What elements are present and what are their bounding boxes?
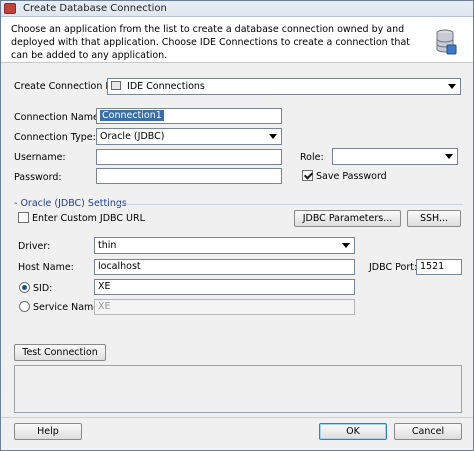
- test-connection-button[interactable]: Test Connection: [14, 344, 106, 361]
- folder-icon: [111, 81, 121, 90]
- save-password-checkbox[interactable]: [302, 170, 313, 181]
- role-dropdown[interactable]: [332, 148, 458, 165]
- role-label: Role:: [300, 152, 324, 163]
- section-divider: [115, 204, 463, 205]
- sid-radio[interactable]: [19, 282, 30, 293]
- sid-input[interactable]: XE: [94, 279, 355, 295]
- chevron-down-icon: [445, 154, 453, 159]
- driver-dropdown[interactable]: thin: [94, 237, 355, 254]
- connection-name-value: Connection1: [100, 110, 164, 121]
- app-icon: [4, 3, 16, 14]
- service-name-label: Service Name:: [33, 302, 103, 313]
- connection-name-label: Connection Name:: [14, 112, 103, 123]
- connection-type-label: Connection Type:: [14, 132, 96, 143]
- save-password-label: Save Password: [316, 171, 387, 182]
- connection-type-value: Oracle (JDBC): [100, 131, 165, 142]
- create-database-connection-dialog: Create Database Connection Choose an app…: [0, 0, 474, 451]
- description-text: Choose an application from the list to c…: [11, 24, 410, 61]
- service-name-radio[interactable]: [19, 301, 30, 312]
- ssh-button[interactable]: SSH...: [407, 210, 461, 227]
- create-in-dropdown[interactable]: IDE Connections: [107, 78, 461, 95]
- host-name-label: Host Name:: [18, 262, 74, 273]
- username-input[interactable]: [96, 149, 282, 165]
- service-name-input[interactable]: XE: [94, 299, 355, 315]
- ok-button[interactable]: OK: [319, 423, 387, 440]
- description-panel: Choose an application from the list to c…: [1, 17, 473, 63]
- oracle-settings-header[interactable]: - Oracle (JDBC) Settings: [14, 198, 127, 209]
- chevron-down-icon: [448, 84, 456, 89]
- jdbc-port-label: JDBC Port:: [369, 262, 418, 273]
- driver-value: thin: [98, 240, 117, 251]
- window-title: Create Database Connection: [23, 3, 167, 14]
- custom-jdbc-url-label: Enter Custom JDBC URL: [32, 213, 145, 224]
- chevron-down-icon: [269, 134, 277, 139]
- create-in-label: Create Connection In:: [14, 81, 118, 92]
- password-input[interactable]: [96, 168, 282, 184]
- sid-label: SID:: [33, 283, 53, 294]
- driver-label: Driver:: [18, 241, 51, 252]
- chevron-down-icon: [342, 243, 350, 248]
- jdbc-port-input[interactable]: 1521: [416, 259, 462, 275]
- connection-status-area: [14, 365, 462, 413]
- password-label: Password:: [14, 172, 62, 183]
- create-in-value: IDE Connections: [127, 81, 205, 92]
- host-name-input[interactable]: localhost: [94, 259, 355, 275]
- footer-divider: [1, 417, 473, 418]
- cancel-button[interactable]: Cancel: [394, 423, 462, 440]
- database-icon: [436, 29, 457, 55]
- username-label: Username:: [14, 152, 66, 163]
- connection-name-input[interactable]: Connection1: [96, 108, 282, 124]
- connection-type-dropdown[interactable]: Oracle (JDBC): [96, 128, 282, 145]
- custom-jdbc-url-checkbox[interactable]: [18, 212, 29, 223]
- help-button[interactable]: Help: [14, 423, 82, 440]
- title-bar[interactable]: Create Database Connection: [1, 1, 473, 17]
- jdbc-parameters-button[interactable]: JDBC Parameters...: [294, 210, 401, 227]
